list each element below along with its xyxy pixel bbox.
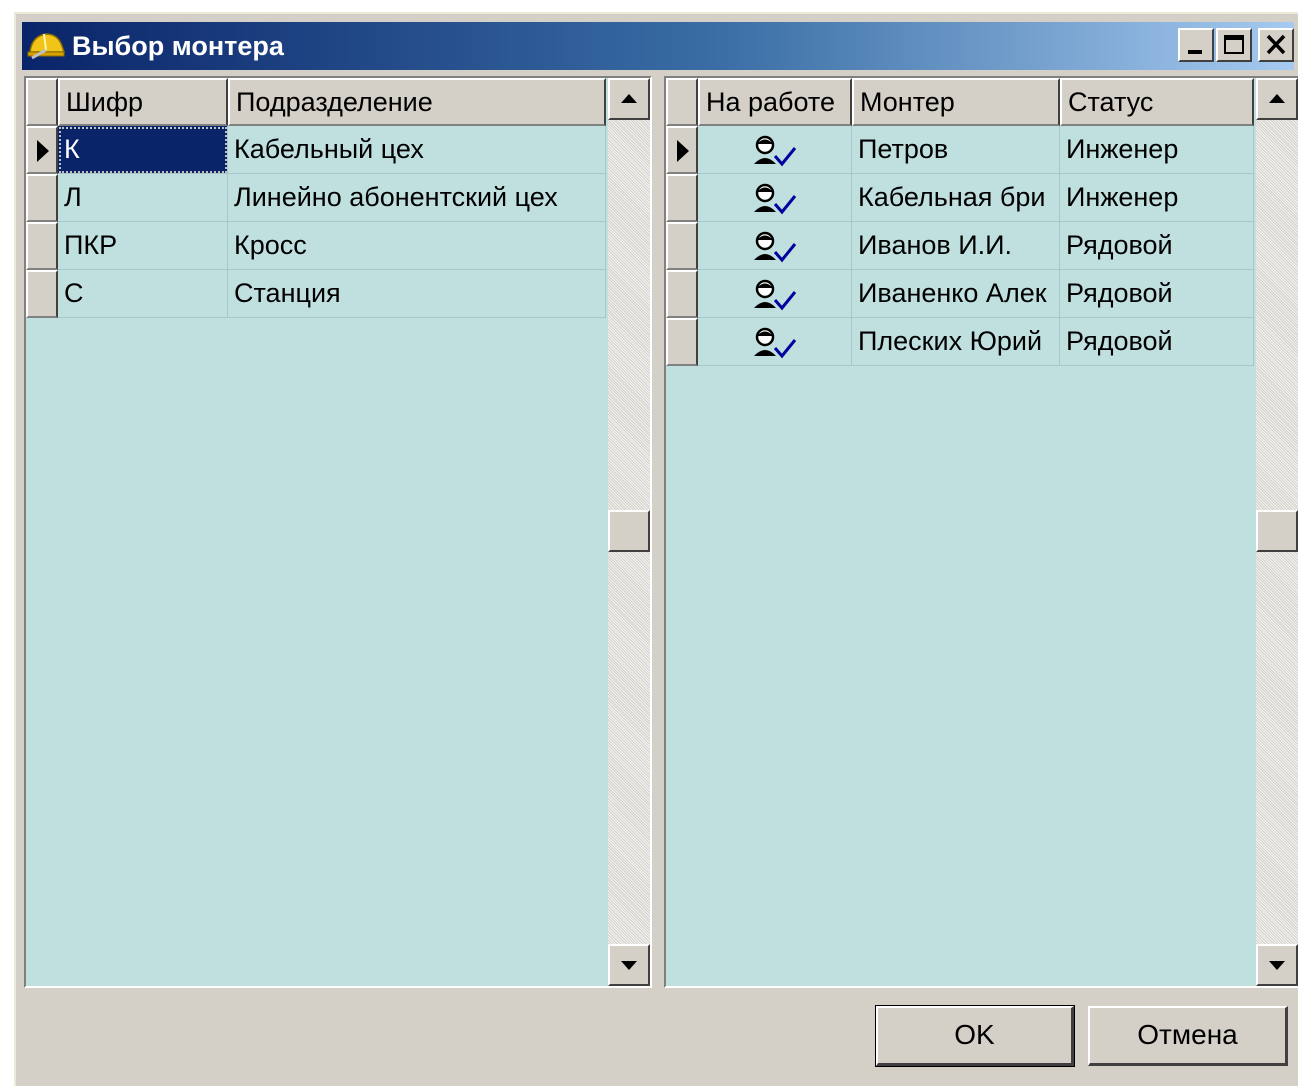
cell-installer[interactable]: Иваненко Алек <box>852 270 1060 318</box>
maximize-icon <box>1224 35 1244 54</box>
minimize-button[interactable] <box>1178 28 1214 62</box>
cell-installer[interactable]: Плеских Юрий <box>852 318 1060 366</box>
row-indicator[interactable] <box>26 126 58 174</box>
scroll-down-button[interactable] <box>1256 944 1298 986</box>
cell-installer[interactable]: Иванов И.И. <box>852 222 1060 270</box>
ok-button[interactable]: OK <box>875 1005 1075 1067</box>
cell-division[interactable]: Кабельный цех <box>228 126 606 174</box>
cell-at-work[interactable] <box>698 174 852 222</box>
close-icon <box>1266 34 1286 55</box>
column-header-code[interactable]: Шифр <box>58 78 228 126</box>
cell-division[interactable]: Станция <box>228 270 606 318</box>
user-check-icon <box>753 135 796 167</box>
scroll-down-button[interactable] <box>608 944 650 986</box>
row-indicator[interactable] <box>26 222 58 270</box>
scroll-thumb[interactable] <box>608 510 650 552</box>
close-button[interactable] <box>1258 28 1294 62</box>
arrow-down-icon <box>1269 961 1285 970</box>
row-indicator[interactable] <box>26 174 58 222</box>
cell-code[interactable]: К <box>58 126 228 174</box>
cell-division[interactable]: Кросс <box>228 222 606 270</box>
arrow-down-icon <box>621 961 637 970</box>
cell-at-work[interactable] <box>698 318 852 366</box>
cell-status[interactable]: Рядовой <box>1060 222 1254 270</box>
row-indicator[interactable] <box>666 174 698 222</box>
row-indicator[interactable] <box>26 270 58 318</box>
header-indicator <box>666 78 698 126</box>
hard-hat-icon <box>26 28 66 64</box>
divisions-grid[interactable]: Шифр Подразделение К Кабельный цех Л Лин… <box>24 76 652 988</box>
cell-status[interactable]: Инженер <box>1060 126 1254 174</box>
header-indicator <box>26 78 58 126</box>
window-title: Выбор монтера <box>72 31 284 61</box>
cell-at-work[interactable] <box>698 222 852 270</box>
cancel-button[interactable]: Отмена <box>1088 1006 1288 1066</box>
cell-status[interactable]: Рядовой <box>1060 318 1254 366</box>
minimize-icon <box>1188 50 1202 54</box>
row-indicator[interactable] <box>666 126 698 174</box>
row-indicator[interactable] <box>666 270 698 318</box>
cell-code[interactable]: Л <box>58 174 228 222</box>
scroll-up-button[interactable] <box>1256 78 1298 120</box>
user-check-icon <box>753 231 796 263</box>
current-row-arrow-icon <box>677 140 689 162</box>
installers-grid[interactable]: На работе Монтер Статус Петров Инженер К… <box>664 76 1298 988</box>
cell-division[interactable]: Линейно абонентский цех <box>228 174 606 222</box>
user-check-icon <box>753 327 796 359</box>
scroll-up-button[interactable] <box>608 78 650 120</box>
cell-code[interactable]: ПКР <box>58 222 228 270</box>
user-check-icon <box>753 279 796 311</box>
vertical-scrollbar[interactable] <box>608 78 650 986</box>
column-header-at-work[interactable]: На работе <box>698 78 852 126</box>
cell-at-work[interactable] <box>698 270 852 318</box>
arrow-up-icon <box>1269 94 1285 103</box>
row-indicator[interactable] <box>666 222 698 270</box>
cell-at-work[interactable] <box>698 126 852 174</box>
row-indicator[interactable] <box>666 318 698 366</box>
current-row-arrow-icon <box>37 140 49 162</box>
column-header-installer[interactable]: Монтер <box>852 78 1060 126</box>
cell-installer[interactable]: Кабельная бри <box>852 174 1060 222</box>
title-bar[interactable]: Выбор монтера <box>22 22 1294 70</box>
maximize-button[interactable] <box>1216 28 1252 62</box>
arrow-up-icon <box>621 94 637 103</box>
cell-status[interactable]: Инженер <box>1060 174 1254 222</box>
scroll-thumb[interactable] <box>1256 510 1298 552</box>
user-check-icon <box>753 183 796 215</box>
select-installer-dialog: Выбор монтера Шифр Подразделение К Кабел… <box>14 12 1298 1086</box>
vertical-scrollbar[interactable] <box>1256 78 1298 986</box>
column-header-division[interactable]: Подразделение <box>228 78 606 126</box>
cell-installer[interactable]: Петров <box>852 126 1060 174</box>
cell-status[interactable]: Рядовой <box>1060 270 1254 318</box>
cell-code[interactable]: С <box>58 270 228 318</box>
column-header-status[interactable]: Статус <box>1060 78 1254 126</box>
